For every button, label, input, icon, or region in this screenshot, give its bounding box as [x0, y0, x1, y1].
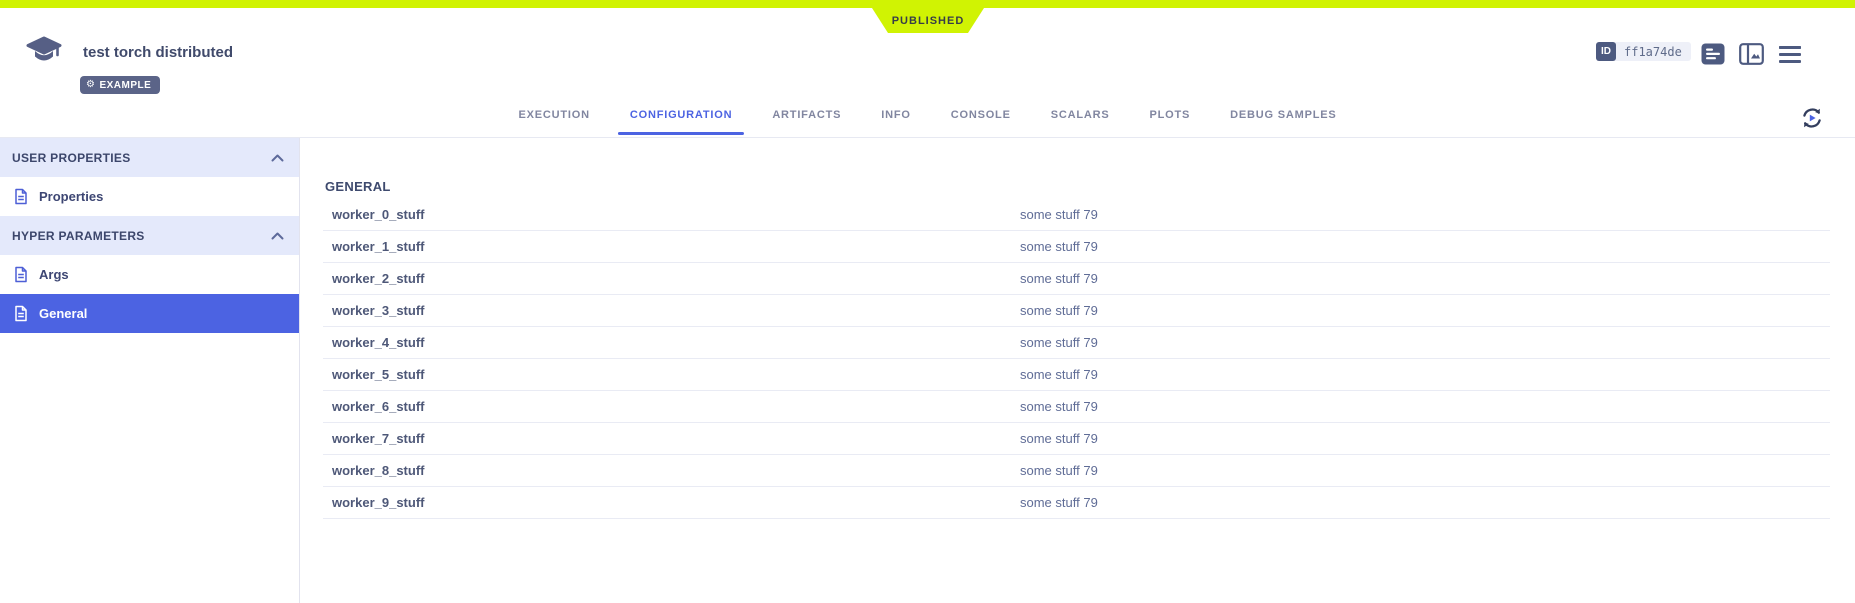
sidebar-section-label: HYPER PARAMETERS [12, 229, 145, 243]
param-value: some stuff 79 [1020, 239, 1098, 254]
document-icon [14, 305, 28, 322]
param-name: worker_4_stuff [332, 335, 424, 350]
param-value: some stuff 79 [1020, 495, 1098, 510]
gear-icon: ⚙ [86, 80, 95, 90]
configuration-content: GENERAL worker_0_stuffsome stuff 79worke… [300, 138, 1855, 603]
menu-button[interactable] [1779, 46, 1801, 49]
tab-plots[interactable]: PLOTS [1130, 93, 1211, 137]
param-name: worker_0_stuff [332, 207, 424, 222]
param-row[interactable]: worker_8_stuff some stuff 79 [323, 455, 1830, 487]
param-name: worker_6_stuff [332, 399, 424, 414]
sidebar-section-label: USER PROPERTIES [12, 151, 131, 165]
details-list-icon [1701, 43, 1725, 65]
param-row[interactable]: worker_7_stuff some stuff 79 [323, 423, 1830, 455]
hamburger-icon [1779, 46, 1801, 49]
status-accent-bar [0, 0, 1855, 8]
id-label: ID [1596, 42, 1616, 61]
param-row[interactable]: worker_9_stuff some stuff 79 [323, 487, 1830, 519]
document-icon [14, 266, 28, 283]
sidebar-item-label: General [39, 306, 87, 321]
tab-debug-samples[interactable]: DEBUG SAMPLES [1210, 93, 1356, 137]
tag-example[interactable]: ⚙ EXAMPLE [80, 76, 160, 94]
split-panel-icon [1739, 43, 1764, 65]
param-value: some stuff 79 [1020, 367, 1098, 382]
param-name: worker_8_stuff [332, 463, 424, 478]
sidebar-item-args[interactable]: Args [0, 255, 299, 294]
param-row[interactable]: worker_2_stuff some stuff 79 [323, 263, 1830, 295]
general-section-heading: GENERAL [325, 180, 1855, 193]
param-value: some stuff 79 [1020, 399, 1098, 414]
param-value: some stuff 79 [1020, 431, 1098, 446]
tab-scalars[interactable]: SCALARS [1031, 93, 1130, 137]
refresh-icon [1800, 106, 1824, 130]
view-details-button[interactable] [1701, 43, 1725, 70]
auto-refresh-button[interactable] [1800, 106, 1824, 135]
param-row[interactable]: worker_1_stuff some stuff 79 [323, 231, 1830, 263]
sidebar-item-properties[interactable]: Properties [0, 177, 299, 216]
param-row[interactable]: worker_4_stuff some stuff 79 [323, 327, 1830, 359]
param-value: some stuff 79 [1020, 303, 1098, 318]
id-value: ff1a74de [1615, 42, 1691, 61]
task-icon [25, 36, 63, 72]
document-icon [14, 188, 28, 205]
param-name: worker_9_stuff [332, 495, 424, 510]
tag-label: EXAMPLE [99, 80, 151, 91]
sidebar-item-label: Properties [39, 189, 103, 204]
param-row[interactable]: worker_5_stuff some stuff 79 [323, 359, 1830, 391]
tab-artifacts[interactable]: ARTIFACTS [752, 93, 861, 137]
parameter-table: worker_0_stuffsome stuff 79worker_1_stuf… [323, 199, 1830, 519]
sidebar-section-hyper-parameters[interactable]: HYPER PARAMETERS [0, 216, 299, 255]
param-name: worker_1_stuff [332, 239, 424, 254]
param-name: worker_2_stuff [332, 271, 424, 286]
sidebar-section-user-properties[interactable]: USER PROPERTIES [0, 138, 299, 177]
chevron-up-icon [271, 232, 284, 240]
param-value: some stuff 79 [1020, 463, 1098, 478]
param-value: some stuff 79 [1020, 335, 1098, 350]
status-badge-label: PUBLISHED [892, 15, 965, 27]
chevron-up-icon [271, 154, 284, 162]
sidebar-item-general[interactable]: General [0, 294, 299, 333]
task-title: test torch distributed [83, 44, 233, 61]
status-badge: PUBLISHED [872, 8, 984, 33]
tab-console[interactable]: CONSOLE [931, 93, 1031, 137]
param-value: some stuff 79 [1020, 271, 1098, 286]
param-row[interactable]: worker_6_stuff some stuff 79 [323, 391, 1830, 423]
param-name: worker_3_stuff [332, 303, 424, 318]
sidebar-item-label: Args [39, 267, 69, 282]
tab-execution[interactable]: EXECUTION [498, 93, 609, 137]
configuration-sidebar: USER PROPERTIES Properties HYPER PARAMETER… [0, 138, 300, 603]
param-name: worker_5_stuff [332, 367, 424, 382]
tab-bar: EXECUTIONCONFIGURATIONARTIFACTSINFOCONSO… [498, 93, 1356, 137]
task-id-chip[interactable]: ID ff1a74de [1596, 42, 1691, 61]
tab-configuration[interactable]: CONFIGURATION [610, 93, 752, 137]
param-value: some stuff 79 [1020, 207, 1098, 222]
param-row[interactable]: worker_3_stuff some stuff 79 [323, 295, 1830, 327]
tab-info[interactable]: INFO [861, 93, 930, 137]
param-name: worker_7_stuff [332, 431, 424, 446]
param-row[interactable]: worker_0_stuff some stuff 79 [323, 199, 1830, 231]
info-panel-toggle-button[interactable] [1739, 43, 1764, 70]
